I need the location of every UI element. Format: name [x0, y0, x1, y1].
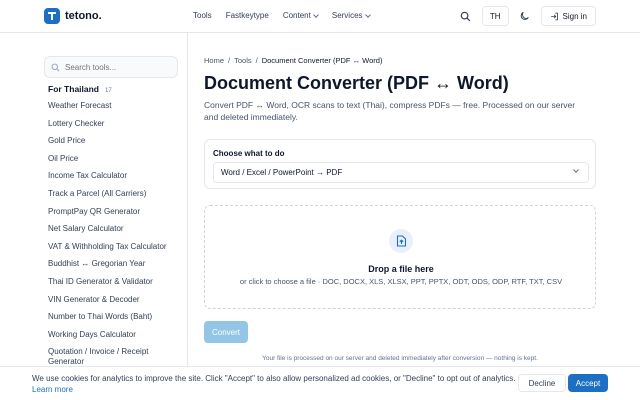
sidebar-tool-list: Weather Forecast Lottery Checker Gold Pr… — [48, 101, 178, 367]
sidebar-item-thai-id[interactable]: Thai ID Generator & Validator — [48, 277, 178, 295]
accept-button[interactable]: Accept — [568, 374, 608, 392]
sidebar-item-income-tax[interactable]: Income Tax Calculator — [48, 171, 178, 189]
conversion-select-value: Word / Excel / PowerPoint → PDF — [221, 168, 343, 177]
upload-icon-badge — [389, 229, 413, 253]
breadcrumb-home[interactable]: Home — [204, 56, 224, 65]
language-toggle[interactable]: TH — [481, 6, 509, 26]
breadcrumb-tools[interactable]: Tools — [234, 56, 252, 65]
chevron-down-icon — [313, 11, 319, 18]
section-count: 17 — [105, 88, 112, 94]
convert-button[interactable]: Convert — [204, 321, 248, 343]
breadcrumb-separator: / — [228, 56, 231, 65]
cookie-message: We use cookies for analytics to improve … — [32, 374, 516, 395]
brand-name: tetono. — [65, 10, 102, 22]
nav-services[interactable]: Services — [331, 11, 371, 20]
sidebar-item-lottery-checker[interactable]: Lottery Checker — [48, 119, 178, 137]
sign-in-button[interactable]: Sign in — [540, 6, 596, 26]
sign-in-label: Sign in — [562, 11, 587, 21]
chevron-down-icon — [364, 11, 371, 18]
breadcrumb-current: Document Converter (PDF ↔ Word) — [261, 56, 383, 65]
tools-sidebar: For Thailand 17 Weather Forecast Lottery… — [0, 33, 188, 400]
tool-search-input[interactable] — [65, 62, 165, 72]
choose-label: Choose what to do — [213, 149, 285, 158]
nav-content-label: Content — [282, 11, 311, 20]
file-drop-zone[interactable]: Drop a file here or click to choose a fi… — [204, 205, 596, 309]
main-nav: Tools Fastkeytype Content Services — [193, 11, 384, 20]
nav-tools[interactable]: Tools — [193, 11, 212, 20]
header-actions: TH Sign in — [456, 6, 596, 26]
file-upload-icon — [396, 235, 406, 247]
sidebar-item-weather-forecast[interactable]: Weather Forecast — [48, 101, 178, 119]
nav-fastkeytype[interactable]: Fastkeytype — [226, 11, 269, 20]
nav-content[interactable]: Content — [282, 11, 319, 20]
sidebar-item-track-parcel[interactable]: Track a Parcel (All Carriers) — [48, 189, 178, 207]
sidebar-item-working-days[interactable]: Working Days Calculator — [48, 330, 178, 348]
decline-button[interactable]: Decline — [518, 374, 566, 392]
drop-subtitle: or click to choose a file · DOC, DOCX, X… — [239, 277, 563, 286]
page-description: Convert PDF ↔ Word, OCR scans to text (T… — [204, 100, 576, 122]
theme-toggle-button[interactable] — [515, 6, 535, 26]
section-title: For Thailand — [48, 84, 99, 94]
sidebar-item-oil-price[interactable]: Oil Price — [48, 154, 178, 172]
cookie-banner: We use cookies for analytics to improve … — [0, 366, 640, 400]
nav-tools-label: Tools — [193, 11, 212, 20]
sidebar-item-promptpay-qr[interactable]: PromptPay QR Generator — [48, 207, 178, 225]
action-card: Choose what to do Word / Excel / PowerPo… — [204, 139, 596, 189]
sidebar-item-vat-calculator[interactable]: VAT & Withholding Tax Calculator — [48, 242, 178, 260]
page-title: Document Converter (PDF ↔ Word) — [204, 73, 509, 93]
cookie-text: We use cookies for analytics to improve … — [32, 374, 516, 383]
drop-title: Drop a file here — [368, 264, 434, 274]
sidebar-section-heading: For Thailand 17 — [48, 84, 112, 94]
sidebar-item-quotation-invoice[interactable]: Quotation / Invoice / Receipt Generator — [48, 347, 178, 367]
search-icon — [51, 63, 60, 71]
nav-services-label: Services — [331, 11, 363, 20]
learn-more-link[interactable]: Learn more — [32, 385, 73, 394]
top-header: tetono. Tools Fastkeytype Content Servic… — [0, 0, 640, 33]
sidebar-item-vin-generator[interactable]: VIN Generator & Decoder — [48, 295, 178, 313]
moon-icon — [520, 11, 529, 20]
privacy-note: Your file is processed on our server and… — [262, 355, 538, 362]
search-button[interactable] — [456, 6, 476, 26]
sign-in-icon — [550, 12, 558, 20]
sidebar-item-number-to-thai-words[interactable]: Number to Thai Words (Baht) — [48, 312, 178, 330]
chevron-down-icon — [573, 167, 579, 173]
conversion-select[interactable]: Word / Excel / PowerPoint → PDF — [213, 162, 589, 183]
breadcrumb: Home / Tools / Document Converter (PDF ↔… — [204, 56, 382, 65]
brand-logo[interactable]: tetono. — [44, 8, 102, 24]
breadcrumb-separator: / — [255, 56, 258, 65]
sidebar-item-net-salary[interactable]: Net Salary Calculator — [48, 224, 178, 242]
sidebar-item-buddhist-year[interactable]: Buddhist ↔ Gregorian Year — [48, 259, 178, 277]
tool-search[interactable] — [44, 56, 178, 78]
sidebar-item-gold-price[interactable]: Gold Price — [48, 136, 178, 154]
brand-mark-icon — [44, 8, 60, 24]
search-icon — [461, 11, 471, 21]
nav-fastkeytype-label: Fastkeytype — [225, 11, 269, 20]
